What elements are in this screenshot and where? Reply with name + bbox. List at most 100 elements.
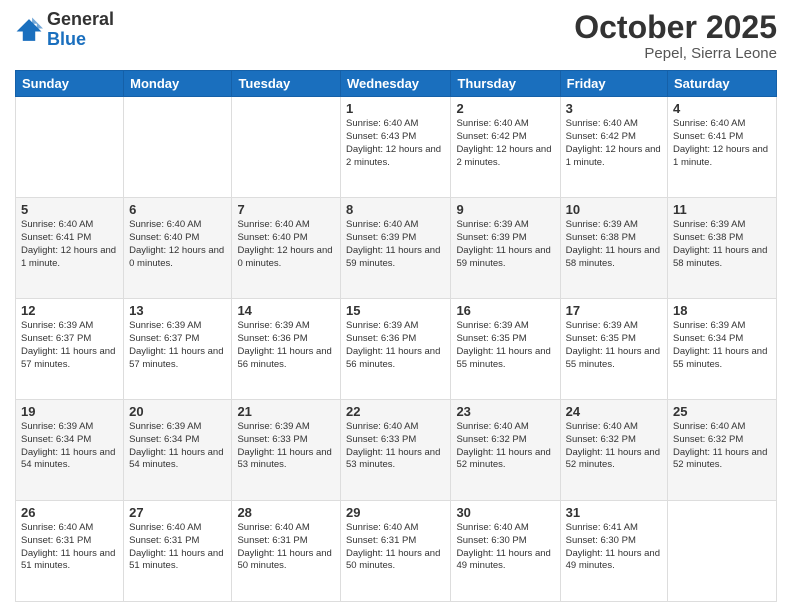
header: General Blue October 2025 Pepel, Sierra … xyxy=(15,10,777,62)
day-info: Sunrise: 6:40 AM Sunset: 6:32 PM Dayligh… xyxy=(566,421,662,472)
calendar-week-row: 1 Sunrise: 6:40 AM Sunset: 6:43 PM Daylig… xyxy=(16,97,777,198)
day-info: Sunrise: 6:40 AM Sunset: 6:31 PM Dayligh… xyxy=(21,522,118,573)
day-info: Sunrise: 6:39 AM Sunset: 6:39 PM Dayligh… xyxy=(456,219,554,270)
calendar-day-header: Thursday xyxy=(451,71,560,97)
calendar-cell: 27 Sunrise: 6:40 AM Sunset: 6:31 PM Dayli… xyxy=(124,501,232,602)
calendar-cell: 23 Sunrise: 6:40 AM Sunset: 6:32 PM Dayli… xyxy=(451,400,560,501)
day-info: Sunrise: 6:40 AM Sunset: 6:33 PM Dayligh… xyxy=(346,421,445,472)
calendar-cell: 12Sunrise: 6:39 AM Sunset: 6:37 PM Dayli… xyxy=(16,299,124,400)
day-number: 23 xyxy=(456,404,554,419)
calendar-cell: 24 Sunrise: 6:40 AM Sunset: 6:32 PM Dayli… xyxy=(560,400,667,501)
day-info: Sunrise: 6:40 AM Sunset: 6:32 PM Dayligh… xyxy=(456,421,554,472)
day-info: Sunrise: 6:41 AM Sunset: 6:30 PM Dayligh… xyxy=(566,522,662,573)
day-info: Sunrise: 6:40 AM Sunset: 6:30 PM Dayligh… xyxy=(456,522,554,573)
calendar-cell: 31Sunrise: 6:41 AM Sunset: 6:30 PM Dayli… xyxy=(560,501,667,602)
calendar-cell: 29 Sunrise: 6:40 AM Sunset: 6:31 PM Dayli… xyxy=(341,501,451,602)
logo: General Blue xyxy=(15,10,114,50)
day-info: Sunrise: 6:39 AM Sunset: 6:37 PM Dayligh… xyxy=(129,320,226,371)
calendar-cell: 1 Sunrise: 6:40 AM Sunset: 6:43 PM Daylig… xyxy=(341,97,451,198)
day-info: Sunrise: 6:40 AM Sunset: 6:31 PM Dayligh… xyxy=(129,522,226,573)
calendar-week-row: 19 Sunrise: 6:39 AM Sunset: 6:34 PM Dayli… xyxy=(16,400,777,501)
calendar-cell xyxy=(232,97,341,198)
day-number: 28 xyxy=(237,505,335,520)
calendar-week-row: 12Sunrise: 6:39 AM Sunset: 6:37 PM Dayli… xyxy=(16,299,777,400)
day-info: Sunrise: 6:40 AM Sunset: 6:39 PM Dayligh… xyxy=(346,219,445,270)
day-number: 18 xyxy=(673,303,771,318)
calendar-cell: 5Sunrise: 6:40 AM Sunset: 6:41 PM Daylig… xyxy=(16,198,124,299)
day-number: 14 xyxy=(237,303,335,318)
calendar-cell: 28 Sunrise: 6:40 AM Sunset: 6:31 PM Dayli… xyxy=(232,501,341,602)
calendar-cell: 22Sunrise: 6:40 AM Sunset: 6:33 PM Dayli… xyxy=(341,400,451,501)
day-number: 24 xyxy=(566,404,662,419)
day-info: Sunrise: 6:40 AM Sunset: 6:42 PM Dayligh… xyxy=(566,118,662,169)
day-number: 2 xyxy=(456,101,554,116)
calendar-cell: 21Sunrise: 6:39 AM Sunset: 6:33 PM Dayli… xyxy=(232,400,341,501)
calendar-cell: 2Sunrise: 6:40 AM Sunset: 6:42 PM Daylig… xyxy=(451,97,560,198)
calendar-cell xyxy=(668,501,777,602)
logo-icon xyxy=(15,16,43,44)
calendar-cell: 3 Sunrise: 6:40 AM Sunset: 6:42 PM Daylig… xyxy=(560,97,667,198)
day-number: 27 xyxy=(129,505,226,520)
calendar-day-header: Monday xyxy=(124,71,232,97)
calendar-day-header: Tuesday xyxy=(232,71,341,97)
logo-blue-text: Blue xyxy=(47,29,86,49)
calendar-cell: 15 Sunrise: 6:39 AM Sunset: 6:36 PM Dayli… xyxy=(341,299,451,400)
day-info: Sunrise: 6:40 AM Sunset: 6:43 PM Dayligh… xyxy=(346,118,445,169)
calendar-cell: 7Sunrise: 6:40 AM Sunset: 6:40 PM Daylig… xyxy=(232,198,341,299)
day-number: 29 xyxy=(346,505,445,520)
day-info: Sunrise: 6:39 AM Sunset: 6:34 PM Dayligh… xyxy=(21,421,118,472)
calendar-cell: 20 Sunrise: 6:39 AM Sunset: 6:34 PM Dayli… xyxy=(124,400,232,501)
day-info: Sunrise: 6:40 AM Sunset: 6:40 PM Dayligh… xyxy=(129,219,226,270)
calendar-week-row: 26 Sunrise: 6:40 AM Sunset: 6:31 PM Dayli… xyxy=(16,501,777,602)
calendar-cell: 17 Sunrise: 6:39 AM Sunset: 6:35 PM Dayli… xyxy=(560,299,667,400)
calendar-cell xyxy=(124,97,232,198)
day-number: 30 xyxy=(456,505,554,520)
day-number: 19 xyxy=(21,404,118,419)
calendar-cell: 10 Sunrise: 6:39 AM Sunset: 6:38 PM Dayli… xyxy=(560,198,667,299)
day-number: 15 xyxy=(346,303,445,318)
page: General Blue October 2025 Pepel, Sierra … xyxy=(0,0,792,612)
day-info: Sunrise: 6:39 AM Sunset: 6:35 PM Dayligh… xyxy=(456,320,554,371)
day-info: Sunrise: 6:39 AM Sunset: 6:38 PM Dayligh… xyxy=(566,219,662,270)
day-number: 20 xyxy=(129,404,226,419)
day-number: 16 xyxy=(456,303,554,318)
calendar-cell: 6 Sunrise: 6:40 AM Sunset: 6:40 PM Daylig… xyxy=(124,198,232,299)
calendar-cell: 19 Sunrise: 6:39 AM Sunset: 6:34 PM Dayli… xyxy=(16,400,124,501)
day-number: 9 xyxy=(456,202,554,217)
location: Pepel, Sierra Leone xyxy=(574,45,777,62)
day-number: 10 xyxy=(566,202,662,217)
day-number: 1 xyxy=(346,101,445,116)
logo-text: General Blue xyxy=(47,10,114,50)
day-info: Sunrise: 6:40 AM Sunset: 6:32 PM Dayligh… xyxy=(673,421,771,472)
calendar-cell: 4Sunrise: 6:40 AM Sunset: 6:41 PM Daylig… xyxy=(668,97,777,198)
calendar-day-header: Saturday xyxy=(668,71,777,97)
calendar-day-header: Friday xyxy=(560,71,667,97)
month-title: October 2025 xyxy=(574,10,777,45)
calendar-cell: 25Sunrise: 6:40 AM Sunset: 6:32 PM Dayli… xyxy=(668,400,777,501)
day-number: 8 xyxy=(346,202,445,217)
day-number: 3 xyxy=(566,101,662,116)
day-info: Sunrise: 6:39 AM Sunset: 6:33 PM Dayligh… xyxy=(237,421,335,472)
day-info: Sunrise: 6:40 AM Sunset: 6:31 PM Dayligh… xyxy=(346,522,445,573)
day-info: Sunrise: 6:39 AM Sunset: 6:35 PM Dayligh… xyxy=(566,320,662,371)
calendar-cell: 9 Sunrise: 6:39 AM Sunset: 6:39 PM Daylig… xyxy=(451,198,560,299)
day-number: 7 xyxy=(237,202,335,217)
calendar-day-header: Sunday xyxy=(16,71,124,97)
day-info: Sunrise: 6:39 AM Sunset: 6:37 PM Dayligh… xyxy=(21,320,118,371)
day-info: Sunrise: 6:39 AM Sunset: 6:34 PM Dayligh… xyxy=(129,421,226,472)
calendar-cell: 18 Sunrise: 6:39 AM Sunset: 6:34 PM Dayli… xyxy=(668,299,777,400)
calendar-cell: 13Sunrise: 6:39 AM Sunset: 6:37 PM Dayli… xyxy=(124,299,232,400)
day-number: 26 xyxy=(21,505,118,520)
day-info: Sunrise: 6:40 AM Sunset: 6:31 PM Dayligh… xyxy=(237,522,335,573)
calendar-cell: 30 Sunrise: 6:40 AM Sunset: 6:30 PM Dayli… xyxy=(451,501,560,602)
day-info: Sunrise: 6:39 AM Sunset: 6:36 PM Dayligh… xyxy=(346,320,445,371)
calendar-cell: 16 Sunrise: 6:39 AM Sunset: 6:35 PM Dayli… xyxy=(451,299,560,400)
day-number: 6 xyxy=(129,202,226,217)
title-block: October 2025 Pepel, Sierra Leone xyxy=(574,10,777,62)
calendar-cell: 26 Sunrise: 6:40 AM Sunset: 6:31 PM Dayli… xyxy=(16,501,124,602)
calendar-cell: 11Sunrise: 6:39 AM Sunset: 6:38 PM Dayli… xyxy=(668,198,777,299)
day-number: 17 xyxy=(566,303,662,318)
day-info: Sunrise: 6:40 AM Sunset: 6:41 PM Dayligh… xyxy=(673,118,771,169)
day-info: Sunrise: 6:39 AM Sunset: 6:34 PM Dayligh… xyxy=(673,320,771,371)
calendar-cell: 8 Sunrise: 6:40 AM Sunset: 6:39 PM Daylig… xyxy=(341,198,451,299)
